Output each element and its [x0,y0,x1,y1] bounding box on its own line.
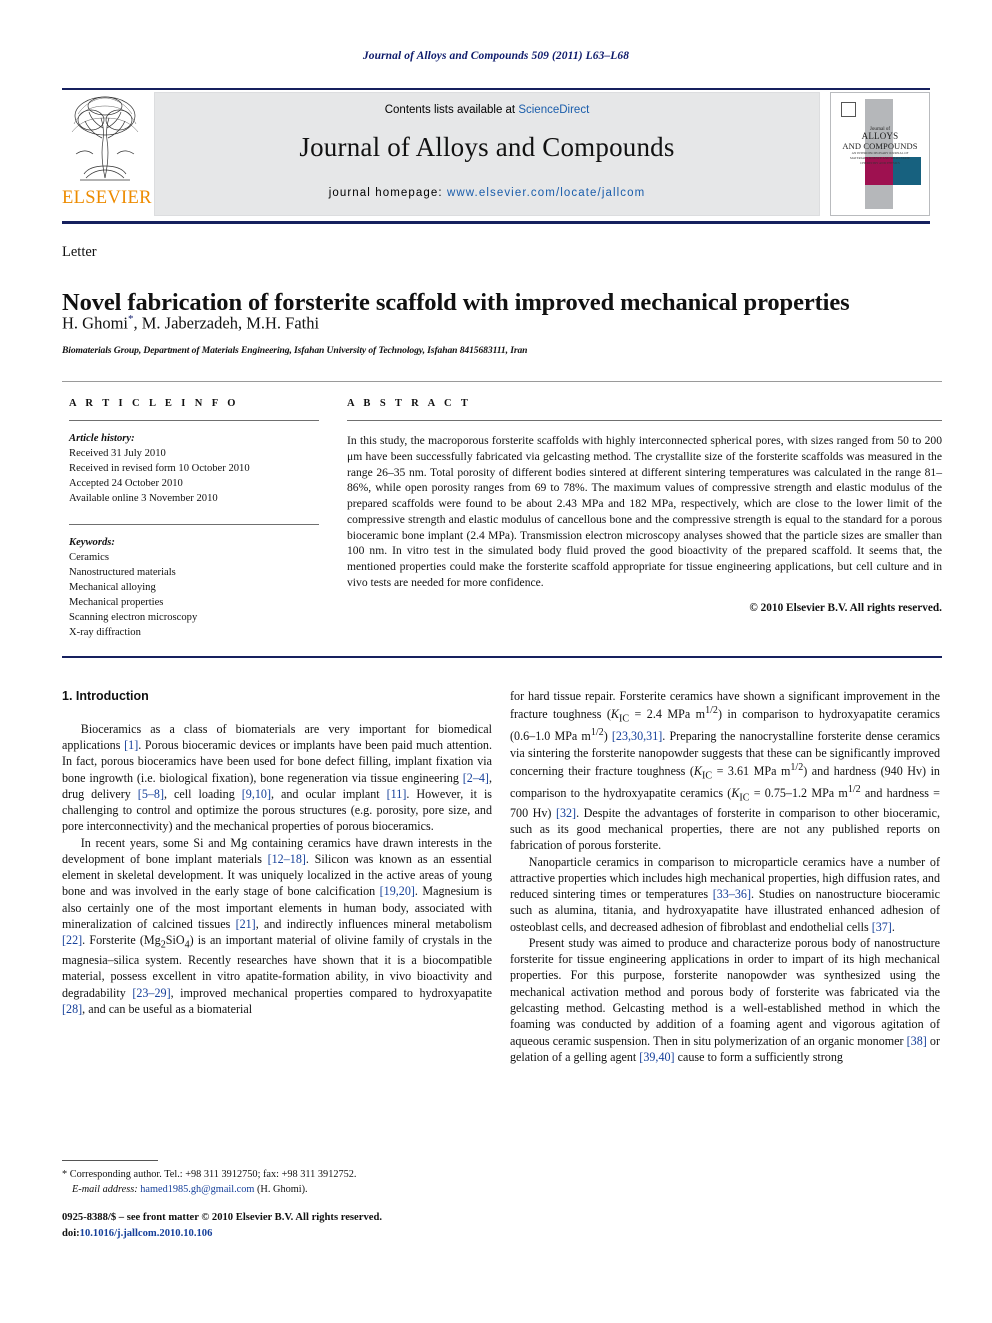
keywords-divider [69,524,319,526]
keyword-item: Scanning electron microscopy [69,612,198,624]
journal-cover-thumbnail: Journal of ALLOYS AND COMPOUNDS AN INTER… [830,92,930,216]
doi-link[interactable]: 10.1016/j.jallcom.2010.10.106 [80,1228,213,1239]
article-history: Article history: Received 31 July 2010 R… [69,431,319,506]
front-matter-line: 0925-8388/$ – see front matter © 2010 El… [62,1212,382,1223]
keyword-item: Mechanical alloying [69,582,156,594]
abstract-copyright: © 2010 Elsevier B.V. All rights reserved… [749,601,942,614]
journal-masthead: ELSEVIER Contents lists available at Sci… [62,88,930,224]
keyword-item: Mechanical properties [69,597,164,609]
running-head: Journal of Alloys and Compounds 509 (201… [362,50,630,62]
elsevier-wordmark: ELSEVIER [62,188,152,208]
footnote-rule [62,1160,158,1161]
body-column-right: for hard tissue repair. Forsterite ceram… [510,688,940,1065]
article-history-label: Article history: [69,433,135,444]
email-note: E-mail address: hamed1985.gh@gmail.com (… [62,1183,492,1198]
article-info-divider [69,420,319,421]
homepage-url-link[interactable]: www.elsevier.com/locate/jallcom [447,187,645,199]
keywords-block: Keywords: Ceramics Nanostructured materi… [69,535,319,640]
elsevier-tree-icon [71,96,139,181]
article-info-heading: A R T I C L E I N F O [69,398,239,409]
body-column-left: 1. Introduction Bioceramics as a class o… [62,688,492,1017]
paragraph: In recent years, some Si and Mg containi… [62,835,493,1017]
paragraph: for hard tissue repair. Forsterite ceram… [510,689,941,853]
section-heading-introduction: 1. Introduction [62,689,149,703]
masthead-top-rule [62,88,930,90]
doi-label: doi: [62,1227,80,1239]
corresponding-author-note: * Corresponding author. Tel.: +98 311 39… [62,1169,357,1180]
abstract-text: In this study, the macroporous forsterit… [347,434,942,589]
document-type: Letter [62,244,97,260]
keyword-item: Nanostructured materials [69,567,176,579]
masthead-bottom-rule [62,221,930,224]
elsevier-logo: ELSEVIER [62,92,152,216]
cover-title-line3: AND COMPOUNDS [842,140,918,151]
sciencedirect-link[interactable]: ScienceDirect [518,104,589,116]
author-list: H. Ghomi*, M. Jaberzadeh, M.H. Fathi [62,313,320,333]
paragraph: Bioceramics as a class of biomaterials a… [62,721,493,834]
history-item: Accepted 24 October 2010 [69,478,183,490]
masthead-banner: Contents lists available at ScienceDirec… [154,92,820,216]
info-bottom-rule [62,656,942,658]
keyword-item: Ceramics [69,552,110,564]
doi-line: doi:10.1016/j.jallcom.2010.10.106 [62,1226,522,1242]
footnote-block: * Corresponding author. Tel.: +98 311 39… [62,1168,492,1197]
abstract-heading: A B S T R A C T [347,398,472,409]
history-item: Available online 3 November 2010 [69,493,218,505]
keywords-label: Keywords: [69,537,115,549]
cover-title-text: Journal of ALLOYS AND COMPOUNDS [839,127,921,151]
journal-article-page: Journal of Alloys and Compounds 509 (201… [0,0,992,1323]
journal-title: Journal of Alloys and Compounds [299,132,675,162]
journal-homepage-line: journal homepage: www.elsevier.com/locat… [155,187,819,199]
paragraph: Present study was aimed to produce and c… [510,935,940,1064]
abstract-column: A B S T R A C T In this study, the macro… [347,398,942,614]
keyword-item: X-ray diffraction [69,627,141,639]
paragraph: Nanoparticle ceramics in comparison to m… [510,854,940,934]
imprint-block: 0925-8388/$ – see front matter © 2010 El… [62,1210,522,1242]
abstract-divider [347,420,942,421]
cover-elsevier-mark-icon [841,102,856,117]
contents-prefix: Contents lists available at [384,104,519,116]
history-item: Received 31 July 2010 [69,448,166,460]
email-label: E-mail address: [72,1183,141,1195]
article-info-column: A R T I C L E I N F O Article history: R… [69,398,319,640]
cover-subtitle: AN INTERDISCIPLINARY JOURNAL OF MATERIAL… [849,151,911,165]
info-top-rule [62,381,942,382]
contents-line: Contents lists available at ScienceDirec… [155,104,819,116]
homepage-label: journal homepage: [328,187,447,199]
cover-artwork: Journal of ALLOYS AND COMPOUNDS AN INTER… [839,99,921,209]
affiliation: Biomaterials Group, Department of Materi… [62,345,528,356]
email-suffix: (H. Ghomi). [254,1183,308,1195]
history-item: Received in revised form 10 October 2010 [69,463,250,475]
email-link[interactable]: hamed1985.gh@gmail.com [140,1184,254,1195]
